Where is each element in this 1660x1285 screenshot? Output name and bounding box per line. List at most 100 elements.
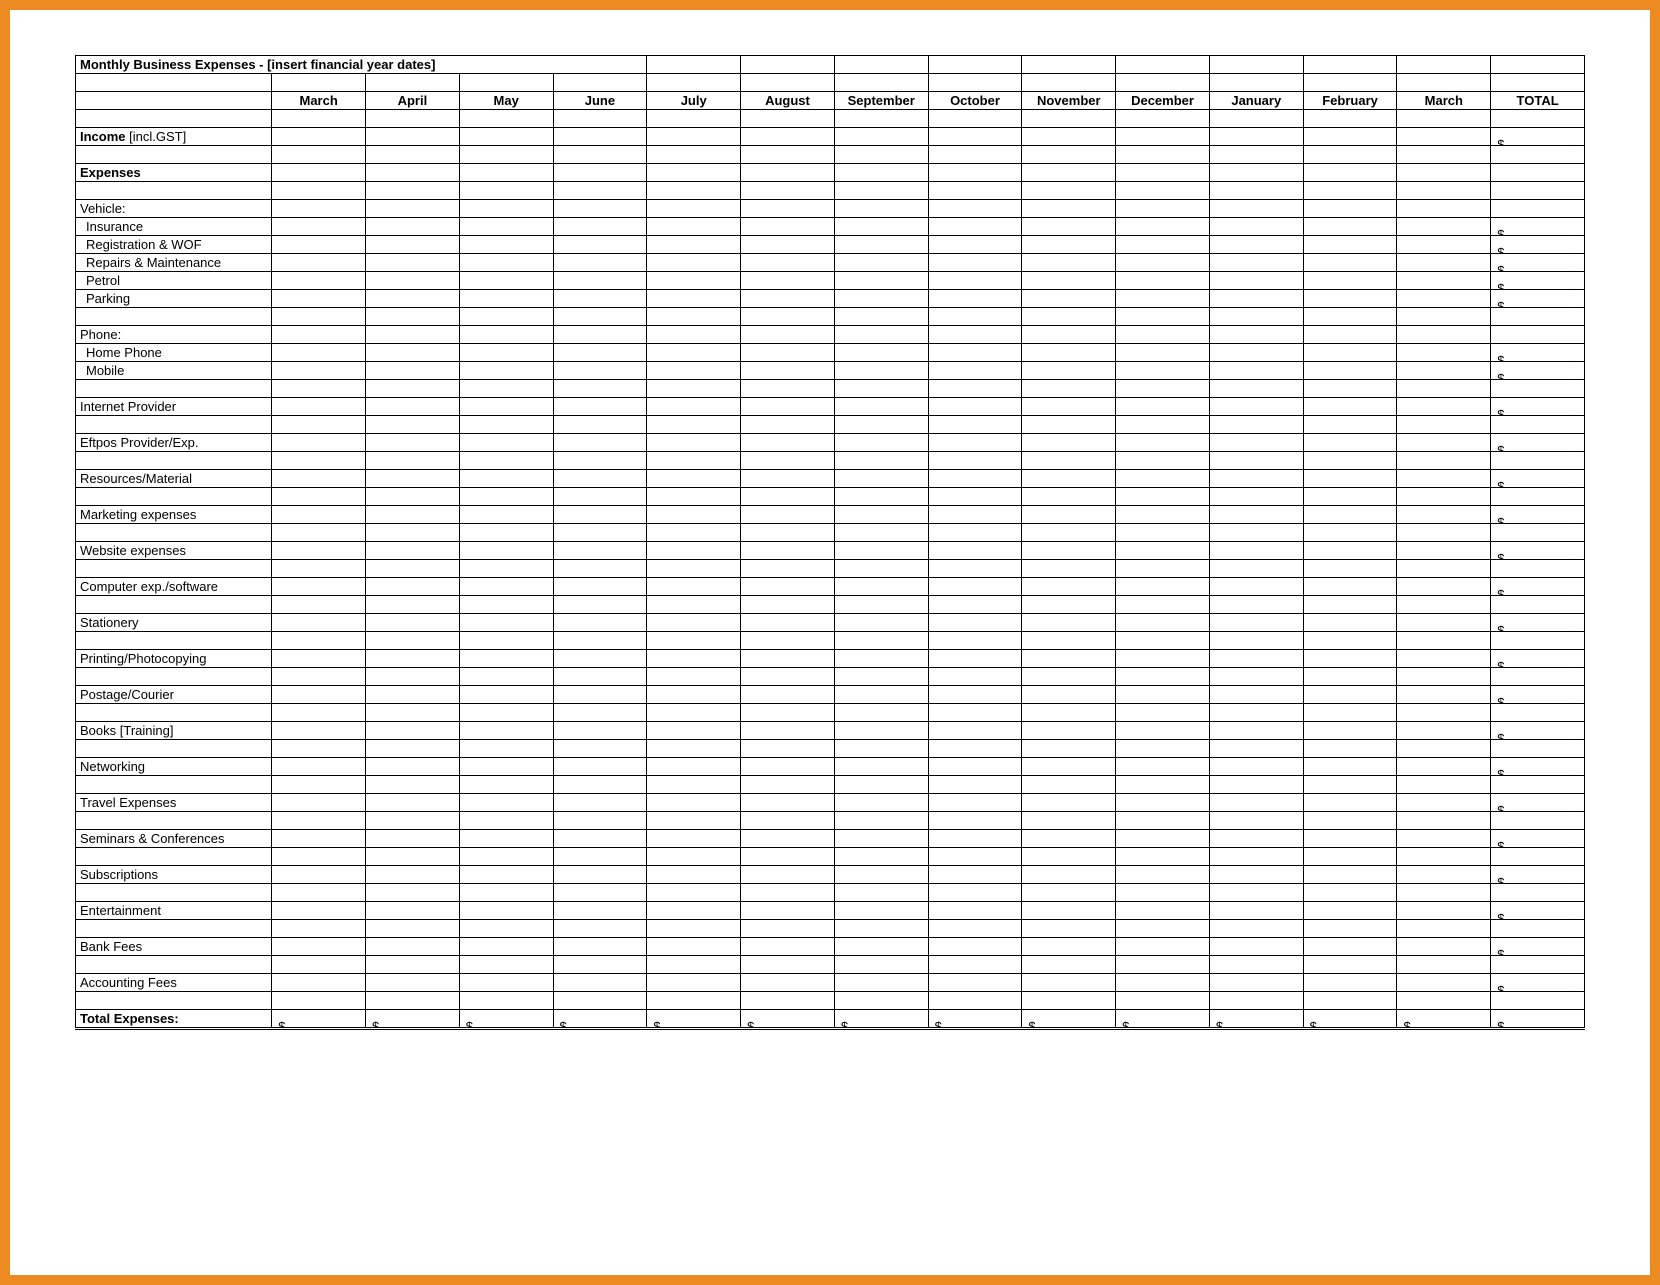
single-item-5-month-4[interactable] <box>647 578 741 596</box>
single-item-0-month-6[interactable] <box>834 398 928 416</box>
single-item-14-month-4[interactable] <box>647 902 741 920</box>
single-item-7-month-4[interactable] <box>647 650 741 668</box>
single-item-6-month-11[interactable] <box>1303 614 1397 632</box>
cell[interactable] <box>1397 992 1491 1010</box>
cell[interactable] <box>553 308 647 326</box>
cell[interactable] <box>741 200 835 218</box>
cell[interactable] <box>553 776 647 794</box>
single-item-0-month-9[interactable] <box>1116 398 1210 416</box>
single-item-16-month-5[interactable] <box>741 974 835 992</box>
cell[interactable] <box>928 992 1022 1010</box>
cell[interactable] <box>76 956 272 974</box>
cell[interactable] <box>76 452 272 470</box>
cell[interactable] <box>76 668 272 686</box>
single-item-5-month-12[interactable] <box>1397 578 1491 596</box>
cell[interactable] <box>1303 452 1397 470</box>
single-item-15-month-3[interactable] <box>553 938 647 956</box>
single-item-16-month-4[interactable] <box>647 974 741 992</box>
cell[interactable] <box>1303 488 1397 506</box>
cell[interactable] <box>1397 920 1491 938</box>
phone-item-1-month-1[interactable] <box>366 362 460 380</box>
cell[interactable] <box>272 380 366 398</box>
single-item-10-month-9[interactable] <box>1116 758 1210 776</box>
vehicle-item-2-month-0[interactable] <box>272 254 366 272</box>
cell[interactable] <box>459 632 553 650</box>
cell[interactable] <box>1491 146 1585 164</box>
vehicle-item-4-month-7[interactable] <box>928 290 1022 308</box>
single-item-5-month-5[interactable] <box>741 578 835 596</box>
vehicle-item-0-month-6[interactable] <box>834 218 928 236</box>
cell[interactable] <box>834 992 928 1010</box>
single-item-6-month-9[interactable] <box>1116 614 1210 632</box>
single-item-10-month-10[interactable] <box>1209 758 1303 776</box>
cell[interactable] <box>647 884 741 902</box>
vehicle-item-4-month-3[interactable] <box>553 290 647 308</box>
cell[interactable] <box>366 632 460 650</box>
vehicle-item-3-month-9[interactable] <box>1116 272 1210 290</box>
cell[interactable] <box>834 668 928 686</box>
cell[interactable] <box>272 326 366 344</box>
single-item-9-month-11[interactable] <box>1303 722 1397 740</box>
cell[interactable] <box>1303 848 1397 866</box>
cell[interactable] <box>928 668 1022 686</box>
single-item-9-month-5[interactable] <box>741 722 835 740</box>
single-item-12-month-4[interactable] <box>647 830 741 848</box>
single-item-10-month-4[interactable] <box>647 758 741 776</box>
vehicle-item-4-month-12[interactable] <box>1397 290 1491 308</box>
single-item-9-month-0[interactable] <box>272 722 366 740</box>
income-month-1[interactable] <box>366 128 460 146</box>
cell[interactable] <box>1303 380 1397 398</box>
cell[interactable] <box>366 452 460 470</box>
single-item-12-month-5[interactable] <box>741 830 835 848</box>
single-item-7-month-2[interactable] <box>459 650 553 668</box>
single-item-14-month-0[interactable] <box>272 902 366 920</box>
cell[interactable] <box>1116 56 1210 74</box>
single-item-13-month-6[interactable] <box>834 866 928 884</box>
single-item-1-total[interactable]: $- <box>1491 434 1585 452</box>
single-item-8-month-10[interactable] <box>1209 686 1303 704</box>
single-item-7-month-5[interactable] <box>741 650 835 668</box>
cell[interactable] <box>366 776 460 794</box>
cell[interactable] <box>1209 884 1303 902</box>
single-item-6-month-12[interactable] <box>1397 614 1491 632</box>
cell[interactable] <box>647 146 741 164</box>
phone-item-0-month-6[interactable] <box>834 344 928 362</box>
single-item-5-month-1[interactable] <box>366 578 460 596</box>
phone-item-0-month-0[interactable] <box>272 344 366 362</box>
single-item-8-month-8[interactable] <box>1022 686 1116 704</box>
phone-item-0-month-5[interactable] <box>741 344 835 362</box>
single-item-6-month-7[interactable] <box>928 614 1022 632</box>
single-item-2-month-11[interactable] <box>1303 470 1397 488</box>
single-item-12-month-1[interactable] <box>366 830 460 848</box>
vehicle-item-2-month-10[interactable] <box>1209 254 1303 272</box>
cell[interactable] <box>459 668 553 686</box>
cell[interactable] <box>834 776 928 794</box>
single-item-5-month-9[interactable] <box>1116 578 1210 596</box>
cell[interactable] <box>928 596 1022 614</box>
cell[interactable] <box>1397 524 1491 542</box>
single-item-11-month-9[interactable] <box>1116 794 1210 812</box>
cell[interactable] <box>459 380 553 398</box>
cell[interactable] <box>1303 920 1397 938</box>
cell[interactable] <box>1209 110 1303 128</box>
cell[interactable] <box>834 308 928 326</box>
cell[interactable] <box>366 182 460 200</box>
cell[interactable] <box>1303 200 1397 218</box>
cell[interactable] <box>459 560 553 578</box>
single-item-15-month-2[interactable] <box>459 938 553 956</box>
cell[interactable] <box>741 110 835 128</box>
cell[interactable] <box>366 884 460 902</box>
cell[interactable] <box>1491 308 1585 326</box>
single-item-4-month-9[interactable] <box>1116 542 1210 560</box>
cell[interactable] <box>366 596 460 614</box>
cell[interactable] <box>834 560 928 578</box>
single-item-0-month-10[interactable] <box>1209 398 1303 416</box>
single-item-3-month-12[interactable] <box>1397 506 1491 524</box>
vehicle-item-0-month-0[interactable] <box>272 218 366 236</box>
cell[interactable] <box>1209 596 1303 614</box>
single-item-10-month-7[interactable] <box>928 758 1022 776</box>
cell[interactable] <box>272 164 366 182</box>
single-item-3-month-2[interactable] <box>459 506 553 524</box>
single-item-8-month-3[interactable] <box>553 686 647 704</box>
single-item-0-month-1[interactable] <box>366 398 460 416</box>
